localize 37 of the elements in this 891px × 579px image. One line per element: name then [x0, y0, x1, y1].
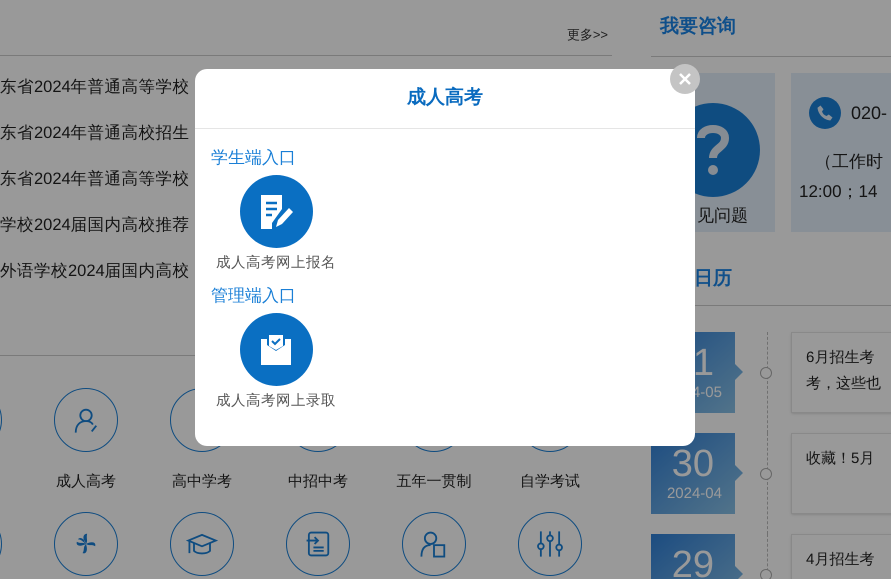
phone-icon [809, 97, 841, 129]
section-heading: 学生端入口 [211, 147, 297, 169]
flower-icon[interactable] [54, 512, 118, 576]
section-title: 日历 [694, 266, 732, 291]
event-text: 4月招生考 [806, 550, 876, 570]
close-icon [678, 72, 692, 86]
date-day: 29 [672, 545, 743, 579]
event-text: 6月招生考 [806, 348, 876, 368]
service-label[interactable]: 自学考试 [520, 470, 580, 494]
close-button[interactable] [670, 64, 700, 94]
faq-label: 见问题 [697, 205, 748, 227]
event-card[interactable]: 6月招生考 考，这些也 [791, 332, 891, 413]
event-card[interactable]: 收藏！5月 [791, 433, 891, 514]
section-heading: 管理端入口 [211, 285, 297, 307]
event-card[interactable]: 4月招生考 [791, 534, 891, 579]
entry-link[interactable]: 成人高考网上报名 [216, 253, 336, 273]
service-label[interactable]: 五年一贯制 [396, 470, 472, 494]
user-icon[interactable] [54, 388, 118, 452]
service-label[interactable]: 中招中考 [288, 470, 348, 494]
working-hours: 12:00；14 [799, 181, 878, 203]
modal-title: 成人高考 [407, 86, 483, 110]
sliders-icon[interactable] [518, 512, 582, 576]
service-label[interactable]: 高中学考 [172, 470, 232, 494]
graduation-cap-icon[interactable] [170, 512, 234, 576]
phone-number: 020- [851, 102, 888, 124]
date-month: 2024-04 [666, 484, 723, 504]
person-document-icon[interactable] [402, 512, 466, 576]
document-icon[interactable] [286, 512, 350, 576]
working-hours: （工作时 [815, 151, 884, 173]
event-text: 收藏！5月 [806, 449, 876, 469]
date-day: 1 [692, 343, 743, 383]
date-day: 30 [672, 444, 743, 484]
more-link[interactable]: 更多>> [566, 24, 612, 44]
section-title: 我要咨询 [660, 14, 736, 39]
service-label[interactable]: 成人高考 [56, 470, 116, 494]
entry-link[interactable]: 成人高考网上录取 [216, 391, 336, 411]
event-text: 考，这些也 [806, 374, 882, 394]
